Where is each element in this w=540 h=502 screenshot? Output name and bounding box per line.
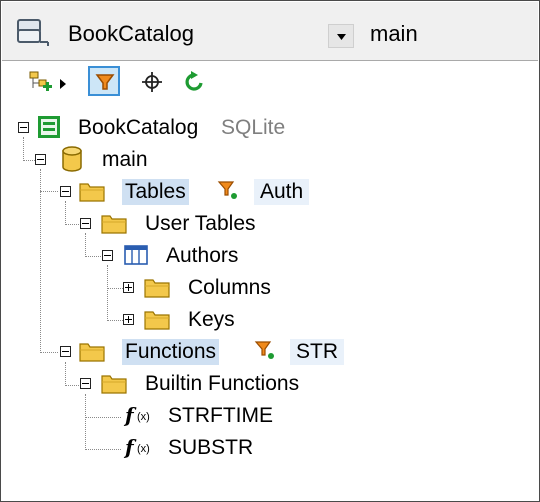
function-label: STRFTIME [168, 404, 273, 427]
crosshair-icon [142, 72, 162, 92]
folder-icon [144, 308, 170, 335]
tree-node-tables[interactable]: Tables Auth [1, 177, 401, 207]
function-icon-args: (x) [137, 411, 150, 423]
tree-node-function[interactable]: f (x) STRFTIME [1, 401, 401, 431]
tables-filter-text[interactable]: Auth [254, 179, 310, 205]
tree-node-keys[interactable]: Keys [1, 305, 401, 335]
refresh-button[interactable] [182, 70, 206, 99]
user-tables-label: User Tables [145, 212, 256, 235]
function-icon: f [125, 403, 134, 427]
filter-toggle-button[interactable] [88, 66, 120, 96]
tree-node-user-tables[interactable]: User Tables [1, 209, 401, 239]
chevron-down-icon [337, 34, 346, 40]
collapse-toggle[interactable] [80, 218, 91, 229]
function-label: SUBSTR [168, 436, 254, 459]
keys-label: Keys [188, 308, 235, 331]
function-icon: f [125, 435, 134, 459]
database-selector-bar: BookCatalog main [2, 2, 538, 61]
filter-applied-icon [217, 179, 239, 206]
expand-toggle[interactable] [123, 314, 134, 325]
browser-toolbar [2, 61, 538, 101]
collapse-toggle[interactable] [60, 186, 71, 197]
refresh-icon [185, 71, 203, 91]
add-object-button[interactable] [28, 70, 54, 99]
tree-node-bookcatalog[interactable]: BookCatalog SQLite [1, 113, 401, 143]
builtin-functions-label: Builtin Functions [145, 372, 300, 395]
functions-label: Functions [122, 339, 220, 365]
collapse-toggle[interactable] [80, 378, 91, 389]
function-icon-args: (x) [137, 443, 150, 455]
folder-icon [101, 212, 127, 239]
tables-label: Tables [122, 179, 189, 205]
tree-node-functions[interactable]: Functions STR [1, 337, 401, 367]
tree-node-builtin-functions[interactable]: Builtin Functions [1, 369, 401, 399]
authors-label: Authors [166, 244, 239, 267]
table-icon [124, 244, 148, 271]
collapse-toggle[interactable] [18, 122, 29, 133]
schema-label: main [102, 148, 148, 171]
filter-applied-icon [254, 339, 276, 366]
datasource-icon [37, 115, 61, 144]
expand-toggle[interactable] [123, 282, 134, 293]
datasource-label: BookCatalog [78, 116, 199, 139]
tree-node-main[interactable]: main [1, 145, 401, 175]
database-select-value[interactable]: BookCatalog [68, 21, 194, 47]
chevron-right-icon [60, 79, 66, 89]
locate-object-button[interactable] [140, 70, 164, 99]
tree-node-authors[interactable]: Authors [1, 241, 401, 271]
schema-icon [61, 146, 83, 177]
schema-select-value[interactable]: main [370, 21, 418, 47]
online-browser-window: BookCatalog main BookCatalog SQLite main… [0, 0, 540, 502]
folder-icon [144, 276, 170, 303]
database-dropdown-button[interactable] [328, 24, 354, 48]
collapse-toggle[interactable] [60, 346, 71, 357]
folder-icon [101, 372, 127, 399]
tree-node-function[interactable]: f (x) SUBSTR [1, 433, 401, 463]
add-object-dropdown-arrow[interactable] [60, 76, 66, 94]
database-connection-icon [16, 18, 52, 53]
filter-icon [95, 74, 115, 90]
folder-icon [79, 340, 105, 367]
object-tree: BookCatalog SQLite main Tables Auth User… [1, 101, 539, 501]
add-object-icon [29, 71, 52, 91]
columns-label: Columns [188, 276, 271, 299]
functions-filter-text[interactable]: STR [290, 339, 344, 365]
collapse-toggle[interactable] [102, 250, 113, 261]
collapse-toggle[interactable] [35, 154, 46, 165]
tree-node-columns[interactable]: Columns [1, 273, 401, 303]
datasource-kind: SQLite [221, 116, 286, 139]
folder-icon [79, 180, 105, 207]
